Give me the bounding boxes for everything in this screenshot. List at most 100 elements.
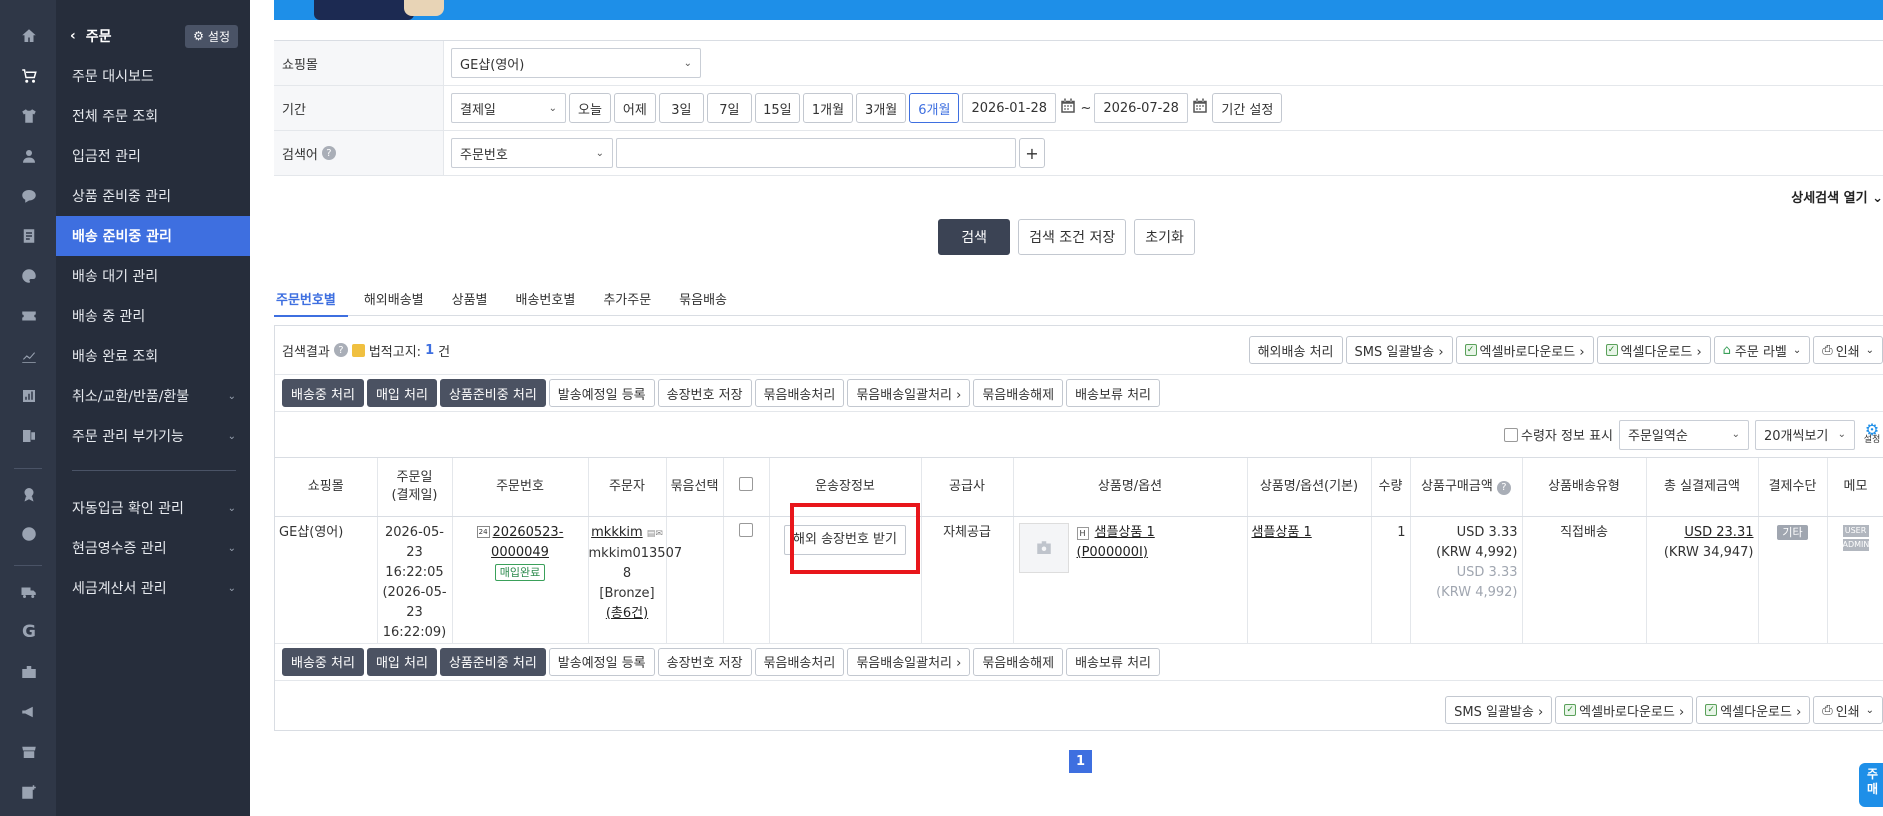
period-3d-button[interactable]: 3일 <box>658 93 704 123</box>
print-button[interactable]: ⎙ 인쇄 ⌄ <box>1813 336 1883 364</box>
shop-select[interactable]: GE샵(영어) ⌄ <box>451 48 701 78</box>
ship-hold-button[interactable]: 배송보류 처리 <box>1066 379 1160 407</box>
sms-bulk-button[interactable]: SMS 일괄발송 › <box>1445 696 1553 724</box>
excel-direct-download-button[interactable]: ✓ 엑셀바로다운로드 › <box>1555 696 1694 724</box>
truck-icon[interactable] <box>20 583 38 601</box>
search-button[interactable]: 검색 <box>938 219 1011 255</box>
table-row[interactable]: GE샵(영어) 2026-05- 23 16:22:05 (2026-05- 2… <box>275 516 1883 643</box>
sort-select[interactable]: 주문일역순 ⌄ <box>1619 419 1749 450</box>
palette-icon[interactable] <box>20 267 38 285</box>
user-icon[interactable] <box>20 147 38 165</box>
cart-icon[interactable] <box>20 67 38 85</box>
save-tracking-button[interactable]: 송장번호 저장 <box>657 647 752 676</box>
save-conditions-button[interactable]: 검색 조건 저장 <box>1018 219 1127 255</box>
excel-download-button[interactable]: ✓ 엑셀다운로드 › <box>1596 336 1711 364</box>
add-keyword-button[interactable]: + <box>1019 138 1045 168</box>
admin-memo-icon[interactable]: ADMIN <box>1842 538 1869 551</box>
date-from-input[interactable]: 2026-01-28 <box>962 93 1057 123</box>
period-3m-button[interactable]: 3개월 <box>856 93 907 123</box>
chart-icon[interactable] <box>20 347 38 365</box>
period-1m-button[interactable]: 1개월 <box>802 93 854 123</box>
product-thumbnail[interactable] <box>1018 522 1069 573</box>
nav-product-preparing[interactable]: 상품 준비중 관리 <box>56 176 250 216</box>
tab-bundle-shipping[interactable]: 묶음배송 <box>677 280 739 316</box>
bundle-ship-button[interactable]: 묶음배송처리 <box>754 647 845 676</box>
product-name-link[interactable]: 샘플상품 1 <box>1095 525 1155 540</box>
nav-tax-invoice[interactable]: 세금계산서 관리 ⌄ <box>56 568 250 608</box>
per-page-select[interactable]: 20개씩보기 ⌄ <box>1755 419 1855 450</box>
keyword-input[interactable] <box>616 138 1016 168</box>
badge-icon[interactable] <box>20 485 38 503</box>
period-type-select[interactable]: 결제일 ⌄ <box>451 93 566 123</box>
print-button[interactable]: ⎙ 인쇄 ⌄ <box>1813 696 1883 724</box>
floating-order-button[interactable]: 주매 <box>1859 763 1883 807</box>
overseas-ship-button[interactable]: 해외배송 처리 <box>1248 336 1343 364</box>
period-7d-button[interactable]: 7일 <box>706 93 752 123</box>
column-settings-button[interactable]: ⚙ 설정 <box>1861 421 1883 446</box>
tab-by-order[interactable]: 주문번호별 <box>274 280 348 317</box>
row-checkbox[interactable] <box>739 522 753 537</box>
sms-bulk-button[interactable]: SMS 일괄발송 › <box>1345 336 1453 364</box>
orderer-count-link[interactable]: (총6건) <box>589 604 666 624</box>
ticket-icon[interactable] <box>20 307 38 325</box>
ship-process-button[interactable]: 배송중 처리 <box>282 379 364 407</box>
submenu-settings-button[interactable]: ⚙ 설정 <box>185 24 238 48</box>
globe-icon[interactable] <box>20 525 38 543</box>
save-tracking-button[interactable]: 송장번호 저장 <box>657 379 752 407</box>
ship-date-register-button[interactable]: 발송예정일 등록 <box>548 647 655 676</box>
nav-cash-receipt[interactable]: 현금영수증 관리 ⌄ <box>56 528 250 568</box>
date-to-input[interactable]: 2026-07-28 <box>1094 93 1189 123</box>
total-link[interactable]: USD 23.31 <box>1647 523 1753 543</box>
order-label-button[interactable]: ⌂ 주문 라벨 ⌄ <box>1713 336 1811 364</box>
nav-all-orders[interactable]: 전체 주문 조회 <box>56 96 250 136</box>
period-set-button[interactable]: 기간 설정 <box>1212 93 1283 123</box>
product-base-link[interactable]: 샘플상품 1 <box>1252 525 1312 540</box>
chat-icon[interactable] <box>20 187 38 205</box>
calendar-icon[interactable] <box>1191 97 1209 119</box>
product-preparing-button[interactable]: 상품준비중 처리 <box>439 647 546 676</box>
pagination-current-page[interactable]: 1 <box>1069 750 1092 773</box>
legal-notice-icon[interactable] <box>351 343 365 357</box>
board-icon[interactable] <box>20 227 38 245</box>
tab-additional-order[interactable]: 추가주문 <box>601 280 663 316</box>
nav-cancel-exchange[interactable]: 취소/교환/반품/환불 ⌄ <box>56 376 250 416</box>
product-code-link[interactable]: (P000000I) <box>1077 543 1155 563</box>
tab-by-shipping-no[interactable]: 배송번호별 <box>514 280 588 316</box>
keyword-type-select[interactable]: 주문번호 ⌄ <box>451 138 613 168</box>
briefcase-icon[interactable] <box>20 663 38 681</box>
receiver-info-toggle[interactable]: 수령자 정보 표시 <box>1504 425 1613 444</box>
ship-hold-button[interactable]: 배송보류 처리 <box>1066 647 1160 676</box>
add-app-icon[interactable] <box>20 783 38 801</box>
shirt-icon[interactable] <box>20 107 38 125</box>
ship-process-button[interactable]: 배송중 처리 <box>282 647 364 676</box>
purchase-process-button[interactable]: 매입 처리 <box>366 379 437 407</box>
google-icon[interactable]: G <box>20 622 38 642</box>
nav-auto-deposit[interactable]: 자동입금 확인 관리 ⌄ <box>56 488 250 528</box>
home-icon[interactable] <box>20 27 38 45</box>
purchase-process-button[interactable]: 매입 처리 <box>366 647 437 676</box>
stats-icon[interactable] <box>20 387 38 405</box>
product-preparing-button[interactable]: 상품준비중 처리 <box>439 379 546 407</box>
bundle-bulk-button[interactable]: 묶음배송일괄처리 › <box>847 379 971 407</box>
period-yesterday-button[interactable]: 어제 <box>613 93 656 123</box>
nav-in-shipping[interactable]: 배송 중 관리 <box>56 296 250 336</box>
user-memo-icon[interactable]: USER <box>1842 524 1869 537</box>
order-no-link[interactable]: 0000049 <box>453 543 588 563</box>
mail-icon[interactable]: ✉ <box>655 529 663 539</box>
nav-shipping-complete[interactable]: 배송 완료 조회 <box>56 336 250 376</box>
nav-order-extras[interactable]: 주문 관리 부가기능 ⌄ <box>56 416 250 456</box>
bundle-release-button[interactable]: 묶음배송해제 <box>973 379 1064 407</box>
period-today-button[interactable]: 오늘 <box>569 93 611 123</box>
ship-date-register-button[interactable]: 발송예정일 등록 <box>548 379 655 407</box>
megaphone-icon[interactable] <box>20 703 38 721</box>
nav-shipping-waiting[interactable]: 배송 대기 관리 <box>56 256 250 296</box>
excel-download-button[interactable]: ✓ 엑셀다운로드 › <box>1696 696 1811 724</box>
excel-direct-download-button[interactable]: ✓ 엑셀바로다운로드 › <box>1455 336 1594 364</box>
tab-by-product[interactable]: 상품별 <box>450 280 500 316</box>
submenu-back-button[interactable]: ‹ 주문 <box>70 26 112 46</box>
bundle-bulk-button[interactable]: 묶음배송일괄처리 › <box>847 647 971 676</box>
receiver-info-checkbox[interactable] <box>1504 427 1518 442</box>
orderer-id-link[interactable]: mkkkim <box>591 525 643 540</box>
detail-search-toggle[interactable]: 상세검색 열기 ⌄ <box>1791 187 1883 206</box>
order-no-link[interactable]: 20260523- <box>493 525 564 540</box>
